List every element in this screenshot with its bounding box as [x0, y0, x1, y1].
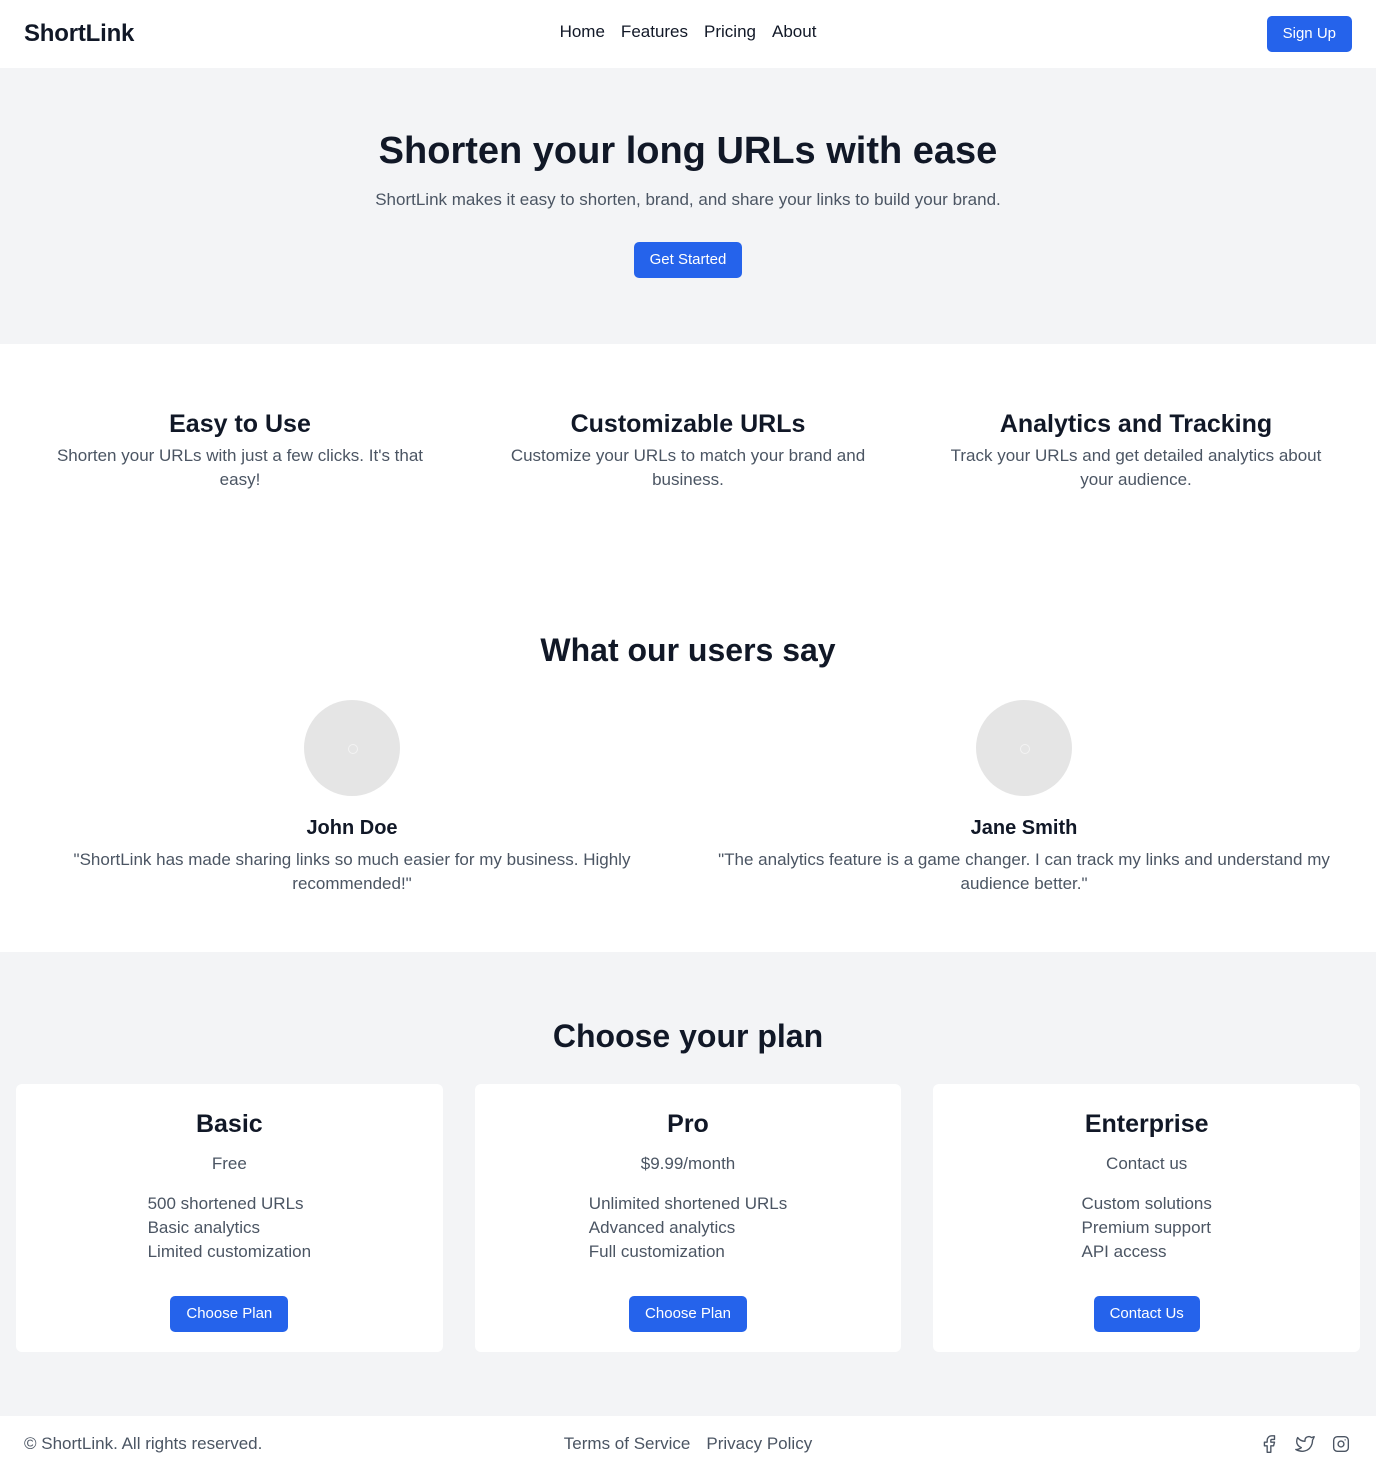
feature-description: Shorten your URLs with just a few clicks…	[56, 446, 424, 489]
plan-price: Contact us	[1106, 1154, 1188, 1173]
logo[interactable]: ShortLink	[24, 20, 134, 48]
avatar	[304, 700, 400, 796]
instagram-icon[interactable]	[1330, 1433, 1352, 1455]
plan-feature-item: Advanced analytics	[588, 1218, 736, 1237]
get-started-button[interactable]: Get Started	[633, 241, 743, 278]
nav-link-pricing[interactable]: Pricing	[704, 22, 756, 42]
testimonials-row: John Doe "ShortLink has made sharing lin…	[0, 700, 1376, 896]
plan-feature-item: Basic analytics	[147, 1218, 261, 1237]
testimonial-card: Jane Smith "The analytics feature is a g…	[688, 700, 1360, 896]
testimonials-title: What our users say	[540, 632, 836, 668]
feature-description: Track your URLs and get detailed analyti…	[950, 446, 1322, 489]
testimonial-card: John Doe "ShortLink has made sharing lin…	[16, 700, 688, 896]
nav-link-home[interactable]: Home	[560, 22, 605, 42]
plan-features: Unlimited shortened URLs Advanced analyt…	[589, 1192, 787, 1264]
site-header: ShortLink Home Features Pricing About Si…	[0, 0, 1376, 68]
testimonial-quote: "ShortLink has made sharing links so muc…	[73, 850, 631, 893]
testimonials-section: What our users say John Doe "ShortLink h…	[0, 552, 1376, 952]
plan-card-basic: Basic Free 500 shortened URLs Basic anal…	[16, 1084, 443, 1352]
plan-features: 500 shortened URLs Basic analytics Limit…	[148, 1192, 311, 1264]
plans-row: Basic Free 500 shortened URLs Basic anal…	[0, 1084, 1376, 1352]
plan-price: $9.99/month	[640, 1154, 736, 1173]
sign-up-button[interactable]: Sign Up	[1266, 16, 1352, 52]
plan-card-enterprise: Enterprise Contact us Custom solutions P…	[933, 1084, 1361, 1352]
plan-name: Pro	[667, 1110, 709, 1138]
feature-title: Easy to Use	[169, 410, 311, 438]
avatar	[976, 700, 1072, 796]
plan-features: Custom solutions Premium support API acc…	[1081, 1192, 1211, 1264]
nav-link-features[interactable]: Features	[621, 22, 688, 42]
feature-card: Customizable URLs Customize your URLs to…	[464, 408, 912, 552]
plan-name: Basic	[195, 1110, 263, 1138]
plan-feature-item: Limited customization	[147, 1242, 312, 1261]
testimonial-name: John Doe	[306, 817, 398, 839]
contact-us-button[interactable]: Contact Us	[1093, 1296, 1200, 1332]
pricing-section: Choose your plan Basic Free 500 shortene…	[0, 952, 1376, 1416]
plan-feature-item: Full customization	[588, 1242, 725, 1261]
plan-price: Free	[211, 1154, 247, 1173]
plan-feature-item: 500 shortened URLs	[147, 1194, 304, 1213]
features-section: Easy to Use Shorten your URLs with just …	[0, 344, 1376, 552]
feature-title: Analytics and Tracking	[999, 410, 1273, 438]
testimonial-quote: "The analytics feature is a game changer…	[718, 850, 1330, 893]
hero-subtitle: ShortLink makes it easy to shorten, bran…	[375, 189, 1001, 209]
privacy-policy-link[interactable]: Privacy Policy	[706, 1434, 812, 1454]
terms-of-service-link[interactable]: Terms of Service	[564, 1434, 691, 1454]
feature-description: Customize your URLs to match your brand …	[510, 446, 866, 489]
plan-name: Enterprise	[1084, 1110, 1209, 1138]
main-nav: Home Features Pricing About	[560, 22, 817, 42]
feature-title: Customizable URLs	[570, 410, 806, 438]
nav-link-about[interactable]: About	[772, 22, 816, 42]
feature-card: Easy to Use Shorten your URLs with just …	[16, 408, 464, 552]
footer-links: Terms of Service Privacy Policy	[564, 1434, 812, 1454]
plan-feature-item: Custom solutions	[1081, 1194, 1212, 1213]
facebook-icon[interactable]	[1258, 1433, 1280, 1455]
plan-feature-item: API access	[1081, 1242, 1167, 1261]
testimonial-name: Jane Smith	[970, 817, 1078, 839]
choose-plan-pro-button[interactable]: Choose Plan	[629, 1296, 747, 1332]
copyright-text: © ShortLink. All rights reserved.	[24, 1434, 263, 1453]
site-footer: © ShortLink. All rights reserved. Terms …	[0, 1416, 1376, 1472]
plan-feature-item: Unlimited shortened URLs	[588, 1194, 788, 1213]
pricing-title: Choose your plan	[552, 1018, 824, 1054]
plan-card-pro: Pro $9.99/month Unlimited shortened URLs…	[474, 1084, 902, 1352]
feature-card: Analytics and Tracking Track your URLs a…	[912, 408, 1360, 552]
hero-title: Shorten your long URLs with ease	[378, 130, 998, 172]
hero-section: Shorten your long URLs with ease ShortLi…	[0, 68, 1376, 344]
social-links	[1258, 1433, 1352, 1455]
twitter-icon[interactable]	[1294, 1433, 1316, 1455]
plan-feature-item: Premium support	[1081, 1218, 1211, 1237]
choose-plan-basic-button[interactable]: Choose Plan	[170, 1296, 289, 1332]
